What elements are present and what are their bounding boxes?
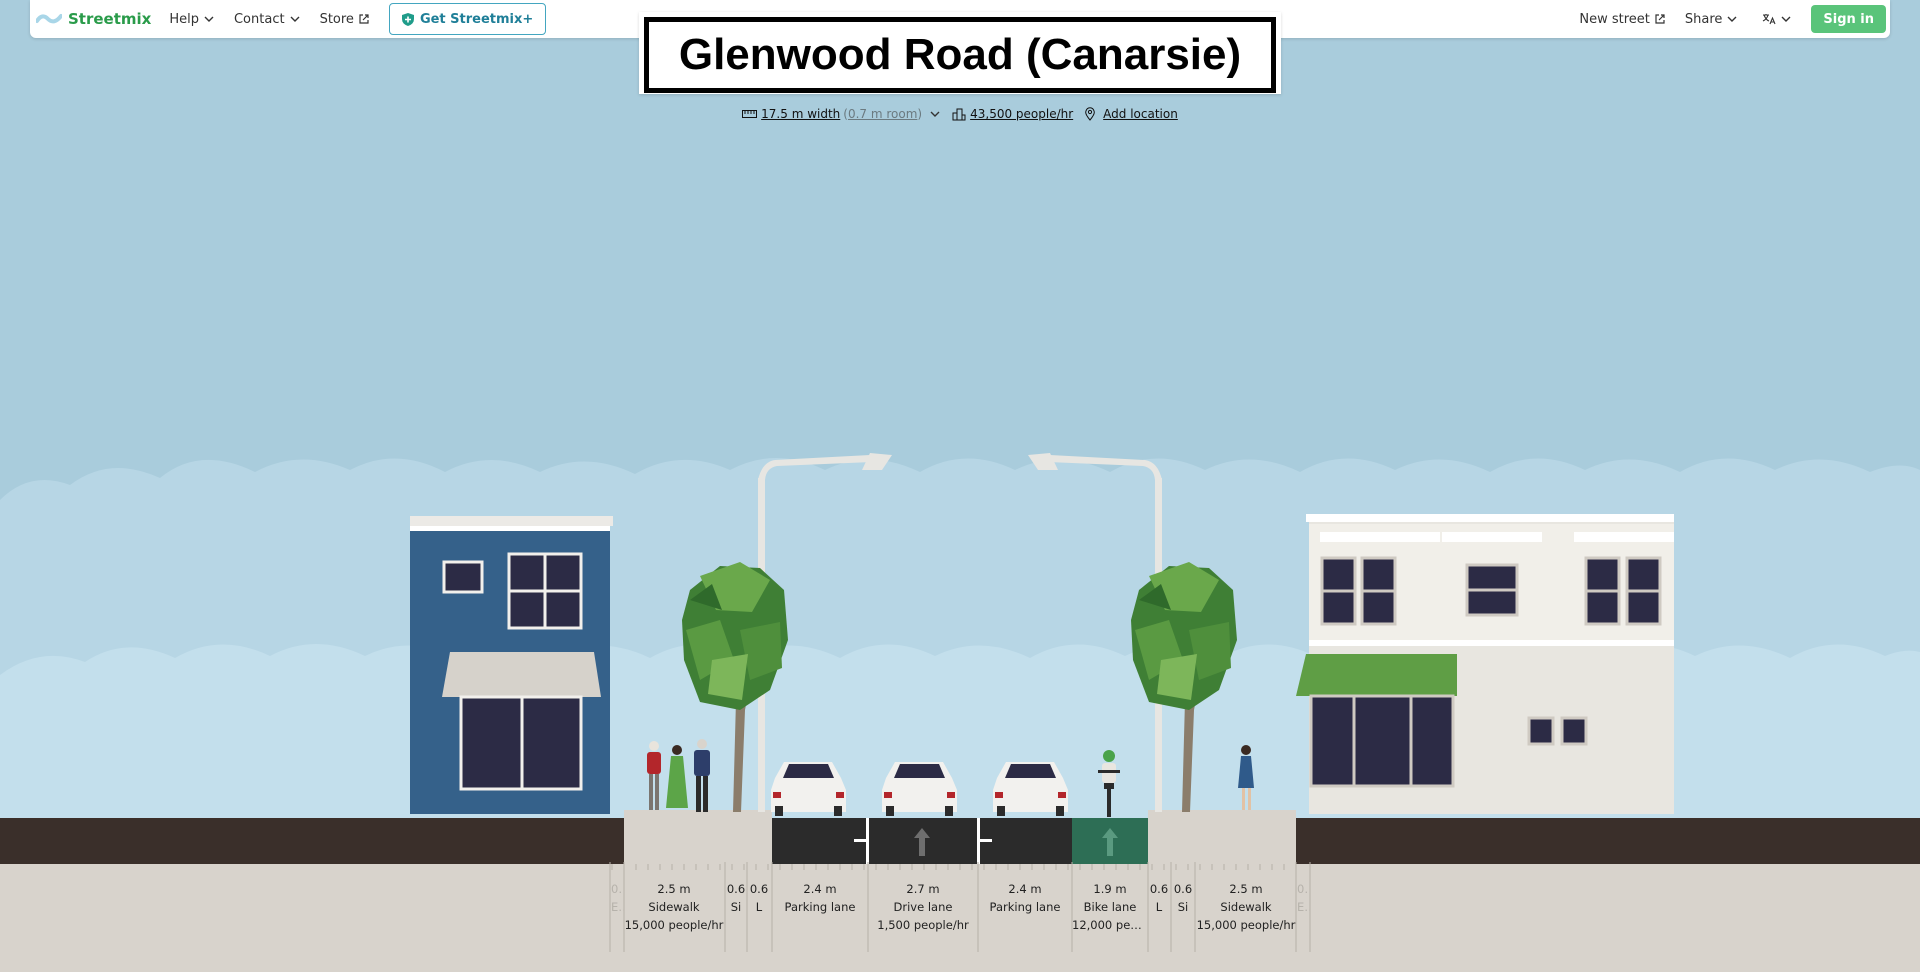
chevron-down-icon	[1727, 16, 1737, 22]
location-pin-icon	[1085, 107, 1095, 121]
left-sidewalk[interactable]	[624, 810, 772, 864]
segment-name: Si	[730, 900, 742, 914]
get-streetmix-plus-label: Get Streetmix+	[419, 11, 534, 27]
language-menu[interactable]	[1747, 13, 1801, 25]
segment-name: Parking lane	[989, 900, 1061, 914]
segment-name: Ed	[611, 900, 624, 914]
segment-label[interactable]: 0.6 L	[1148, 880, 1170, 916]
segment-name: Si	[1177, 900, 1189, 914]
street-meta-bar: 17.5 m width (0.7 m room) 43,500 people/…	[0, 104, 1920, 124]
segment-label[interactable]: 0.6 Si	[1172, 880, 1194, 916]
menu-store-label: Store	[319, 11, 354, 27]
car-drive-lane[interactable]	[882, 762, 957, 816]
share-label: Share	[1684, 11, 1723, 27]
segment-name: L	[755, 900, 763, 914]
nav-left: Streetmix Help Contact Store Get Streetm…	[30, 0, 547, 38]
segment-label[interactable]: 2.4 m Parking lane	[978, 880, 1072, 916]
segment-name: Ed	[1297, 900, 1310, 914]
menu-contact[interactable]: Contact	[224, 12, 310, 27]
street-width-control[interactable]: 17.5 m width (0.7 m room)	[742, 107, 940, 121]
capacity-value[interactable]: 43,500 people/hr	[970, 107, 1073, 121]
segment-width: 2.4 m	[803, 882, 837, 896]
segment-width: 2.5 m	[657, 882, 691, 896]
segment-width: 1.9 m	[1093, 882, 1127, 896]
segment-label[interactable]: 0.3 Ed	[1297, 880, 1310, 916]
segment-name: Sidewalk	[1220, 900, 1272, 914]
ruler-icon	[742, 110, 758, 118]
street-width[interactable]: 17.5 m width	[761, 107, 840, 121]
cyclist[interactable]	[1098, 750, 1120, 817]
buildings-icon	[952, 108, 966, 120]
segment-width: 0.3	[1297, 882, 1310, 896]
segment-label[interactable]: 0.6 L	[748, 880, 770, 916]
left-building[interactable]	[410, 516, 613, 814]
segment-label[interactable]: 0.6 Si	[725, 880, 747, 916]
segment-name: Parking lane	[784, 900, 856, 914]
parking-lane-right-surface[interactable]	[978, 818, 1072, 864]
street-name[interactable]: Glenwood Road (Canarsie)	[644, 17, 1276, 93]
menu-help[interactable]: Help	[159, 12, 224, 27]
segment-label[interactable]: 0.3 Ed	[611, 880, 624, 916]
tree-right[interactable]	[1131, 562, 1237, 812]
street-name-sign: Glenwood Road (Canarsie)	[639, 12, 1281, 94]
segment-name: Bike lane	[1083, 900, 1137, 914]
segment-label[interactable]: 2.7 m Drive lane 1,500 people/hr	[868, 880, 978, 934]
parking-lane-left-surface[interactable]	[772, 818, 868, 864]
external-link-icon	[1655, 14, 1665, 24]
street-location[interactable]: Add location	[1085, 107, 1178, 121]
streetmix-logo[interactable]: Streetmix	[36, 10, 151, 28]
sign-in-button[interactable]: Sign in	[1811, 5, 1886, 33]
new-street-label: New street	[1579, 11, 1650, 27]
street-capacity[interactable]: 43,500 people/hr	[952, 107, 1073, 121]
streetmix-logo-icon	[36, 14, 62, 24]
menu-help-label: Help	[169, 11, 199, 27]
get-streetmix-plus-button[interactable]: Get Streetmix+	[388, 3, 547, 35]
segment-width: 2.4 m	[1008, 882, 1042, 896]
right-sidewalk[interactable]	[1148, 810, 1296, 864]
chevron-down-icon	[204, 16, 214, 22]
segment-width: 0.6	[749, 882, 769, 896]
new-street-link[interactable]: New street	[1569, 12, 1675, 27]
chevron-down-icon	[290, 16, 300, 22]
pedestrians-group[interactable]	[647, 739, 710, 812]
street-section-illustration	[0, 453, 1920, 972]
segment-label[interactable]: 2.4 m Parking lane	[772, 880, 868, 916]
segment-width: 2.5 m	[1229, 882, 1263, 896]
translate-icon	[1763, 14, 1776, 25]
segment-width: 0.6	[726, 882, 746, 896]
segment-name: Drive lane	[893, 900, 953, 914]
street-room-paren-close: )	[917, 107, 923, 121]
menu-store[interactable]: Store	[310, 12, 379, 27]
segment-width: 0.6	[1149, 882, 1169, 896]
menu-contact-label: Contact	[233, 11, 285, 27]
brand-name: Streetmix	[68, 10, 152, 28]
segment-capacity: 1,500 people/hr	[877, 918, 969, 932]
external-link-icon	[359, 14, 369, 24]
right-building[interactable]	[1296, 514, 1674, 814]
segment-label[interactable]: 1.9 m Bike lane 12,000 peo...	[1072, 880, 1148, 934]
segment-capacity: 15,000 people/hr	[624, 918, 724, 932]
segment-label[interactable]: 2.5 m Sidewalk 15,000 people/hr	[624, 880, 724, 934]
segment-label[interactable]: 2.5 m Sidewalk 15,000 people/hr	[1196, 880, 1296, 934]
shield-plus-icon	[401, 12, 414, 26]
car-parking-right[interactable]	[993, 762, 1068, 816]
share-menu[interactable]: Share	[1675, 12, 1748, 27]
street-room[interactable]: 0.7 m room	[848, 107, 917, 121]
chevron-down-icon	[1781, 16, 1791, 22]
segment-width: 2.7 m	[906, 882, 940, 896]
pedestrian-right[interactable]	[1238, 745, 1254, 810]
chevron-down-icon	[930, 111, 940, 117]
segment-capacity: 15,000 people/hr	[1196, 918, 1296, 932]
nav-right: New street Share Sign in	[1569, 0, 1886, 38]
segment-width: 0.3	[611, 882, 624, 896]
segment-name: L	[1155, 900, 1163, 914]
car-parking-left[interactable]	[771, 762, 846, 816]
segment-capacity: 12,000 peo...	[1072, 918, 1148, 932]
segment-name: Sidewalk	[648, 900, 700, 914]
add-location-link[interactable]: Add location	[1103, 107, 1178, 121]
segment-width: 0.6	[1173, 882, 1193, 896]
